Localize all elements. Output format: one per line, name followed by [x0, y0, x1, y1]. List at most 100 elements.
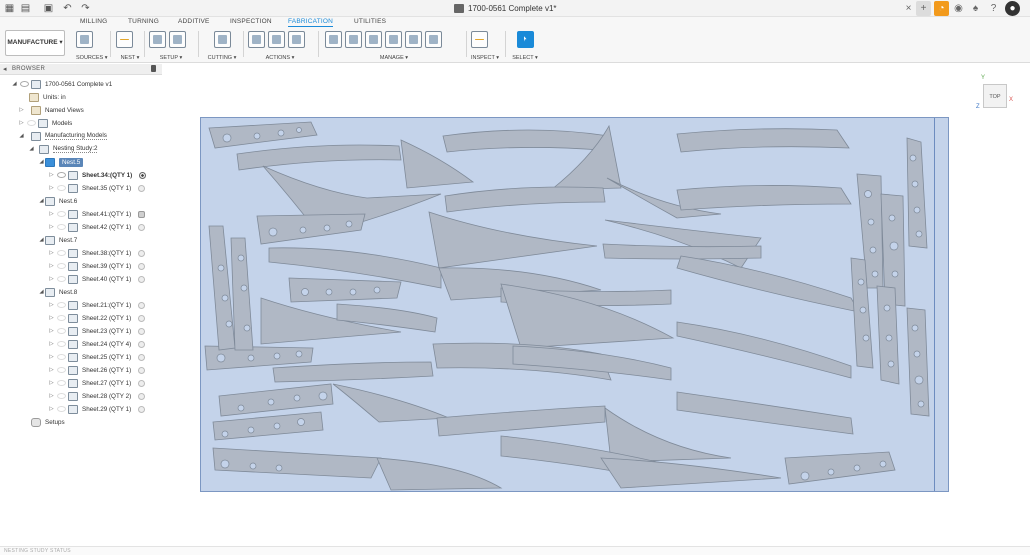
tree-item-sheet-41[interactable]: ▷ Sheet.41:(QTY 1): [48, 208, 146, 220]
tree-item-sheet-38[interactable]: ▷ Sheet.38:(QTY 1): [48, 247, 146, 259]
sources-menu[interactable]: SOURCES ▾: [76, 55, 108, 61]
tree-item-sheet-22[interactable]: ▷ Sheet.22 (QTY 1): [48, 312, 146, 324]
view-cube-top-face[interactable]: TOP: [983, 84, 1007, 108]
eye-icon[interactable]: [57, 380, 66, 386]
actions-menu[interactable]: ACTIONS ▾: [248, 55, 312, 61]
tab-additive[interactable]: ADDITIVE: [178, 18, 210, 25]
setup-sheet-icon[interactable]: [169, 30, 186, 48]
extension-icon[interactable]: ◔: [934, 1, 949, 16]
eye-icon[interactable]: [57, 393, 66, 399]
expand-arrow-icon[interactable]: ◢: [11, 81, 18, 87]
tree-item-sheet-28[interactable]: ▷ Sheet.28 (QTY 2): [48, 390, 146, 402]
sources-icon[interactable]: [76, 30, 93, 48]
tab-utilities[interactable]: UTILITIES: [354, 18, 386, 25]
eye-icon[interactable]: [57, 302, 66, 308]
tree-item-nest-8[interactable]: ◢ Nest.8: [38, 286, 77, 298]
setup-menu[interactable]: SETUP ▾: [149, 55, 193, 61]
post-library-icon[interactable]: [365, 30, 382, 48]
expand-arrow-icon[interactable]: ▷: [48, 393, 55, 399]
activate-radio[interactable]: [138, 223, 146, 231]
tree-item-sheet-27[interactable]: ▷ Sheet.27 (QTY 1): [48, 377, 146, 389]
tree-item-setups[interactable]: Setups: [31, 416, 65, 428]
eye-icon[interactable]: [57, 367, 66, 373]
expand-arrow-icon[interactable]: ▷: [48, 328, 55, 334]
nest-sheet[interactable]: [200, 117, 949, 492]
eye-icon[interactable]: [57, 250, 66, 256]
activate-radio[interactable]: [139, 171, 147, 179]
tree-item-units[interactable]: Units: in: [29, 91, 66, 103]
expand-arrow-icon[interactable]: ◢: [18, 133, 25, 139]
activate-radio[interactable]: [138, 405, 146, 413]
tab-turning[interactable]: TURNING: [128, 18, 159, 25]
select-cursor-icon[interactable]: [516, 30, 534, 48]
eye-icon[interactable]: [27, 120, 36, 126]
expand-arrow-icon[interactable]: ▷: [48, 302, 55, 308]
profile-icon[interactable]: ●: [1005, 1, 1020, 16]
redo-icon[interactable]: ↷: [80, 3, 91, 14]
activate-radio[interactable]: [138, 262, 146, 270]
add-tab-icon[interactable]: +: [916, 1, 931, 16]
activate-radio[interactable]: [138, 249, 146, 257]
pin-icon[interactable]: [151, 65, 156, 72]
expand-arrow-icon[interactable]: ▷: [48, 263, 55, 269]
tree-item-models[interactable]: ▷ Models: [18, 117, 72, 129]
cutting-icon[interactable]: [213, 30, 231, 48]
file-icon[interactable]: ▤: [20, 3, 31, 14]
close-tab-icon[interactable]: ×: [901, 1, 916, 16]
view-cube[interactable]: TOP Y X Z: [976, 75, 1013, 113]
expand-arrow-icon[interactable]: ◢: [38, 198, 45, 204]
select-menu[interactable]: SELECT ▾: [510, 55, 540, 61]
measure-icon[interactable]: [471, 30, 488, 48]
activate-radio[interactable]: [138, 327, 146, 335]
eye-icon[interactable]: [20, 81, 29, 87]
notification-icon[interactable]: ♠: [968, 1, 983, 16]
save-icon[interactable]: ▣: [43, 3, 54, 14]
eye-icon[interactable]: [57, 315, 66, 321]
tool-library-icon[interactable]: [325, 30, 342, 48]
activate-radio[interactable]: [138, 379, 146, 387]
undo-icon[interactable]: ↶: [62, 3, 73, 14]
online-icon[interactable]: ◉: [951, 1, 966, 16]
tab-milling[interactable]: MILLING: [80, 18, 107, 25]
expand-arrow-icon[interactable]: ◢: [28, 146, 35, 152]
tree-item-nest-6[interactable]: ◢ Nest.6: [38, 195, 77, 207]
eye-icon[interactable]: [57, 354, 66, 360]
template-icon[interactable]: [345, 30, 362, 48]
inspect-menu[interactable]: INSPECT ▾: [471, 55, 499, 61]
tree-item-sheet-23[interactable]: ▷ Sheet.23 (QTY 1): [48, 325, 146, 337]
tree-item-sheet-29[interactable]: ▷ Sheet.29 (QTY 1): [48, 403, 146, 415]
tree-item-sheet-39[interactable]: ▷ Sheet.39 (QTY 1): [48, 260, 146, 272]
simulate-icon[interactable]: [248, 30, 265, 48]
tree-item-sheet-26[interactable]: ▷ Sheet.26 (QTY 1): [48, 364, 146, 376]
manage-menu[interactable]: MANAGE ▾: [325, 55, 463, 61]
folder-icon[interactable]: [149, 30, 166, 48]
tree-item-root[interactable]: ◢ 1700-0561 Complete v1: [11, 78, 112, 90]
activate-radio[interactable]: [138, 366, 146, 374]
setup-sheet-doc-icon[interactable]: [288, 30, 305, 48]
expand-arrow-icon[interactable]: ▷: [48, 380, 55, 386]
grid-icon[interactable]: ▦: [4, 3, 15, 14]
activate-radio[interactable]: [138, 184, 146, 192]
activate-radio[interactable]: [138, 275, 146, 283]
eye-icon[interactable]: [57, 172, 66, 178]
expand-arrow-icon[interactable]: ▷: [48, 406, 55, 412]
document-tab[interactable]: 1700-0561 Complete v1*: [454, 2, 557, 15]
nest-icon[interactable]: [116, 30, 133, 48]
collapse-browser-icon[interactable]: ◂: [3, 65, 7, 73]
expand-arrow-icon[interactable]: ▷: [48, 276, 55, 282]
post-process-icon[interactable]: [268, 30, 285, 48]
activate-radio[interactable]: [138, 314, 146, 322]
expand-arrow-icon[interactable]: ▷: [18, 107, 25, 113]
expand-arrow-icon[interactable]: ▷: [48, 250, 55, 256]
activate-radio[interactable]: [138, 301, 146, 309]
activate-radio[interactable]: [138, 353, 146, 361]
tree-item-sheet-25[interactable]: ▷ Sheet.25 (QTY 1): [48, 351, 146, 363]
eye-icon[interactable]: [57, 185, 66, 191]
eye-icon[interactable]: [57, 406, 66, 412]
tree-item-sheet-40[interactable]: ▷ Sheet.40 (QTY 1): [48, 273, 146, 285]
tree-item-sheet-24[interactable]: ▷ Sheet.24 (QTY 4): [48, 338, 146, 350]
workspace-switcher[interactable]: MANUFACTURE ▾: [5, 30, 65, 56]
expand-arrow-icon[interactable]: ▷: [48, 185, 55, 191]
expand-arrow-icon[interactable]: ▷: [48, 224, 55, 230]
expand-arrow-icon[interactable]: ▷: [48, 211, 55, 217]
